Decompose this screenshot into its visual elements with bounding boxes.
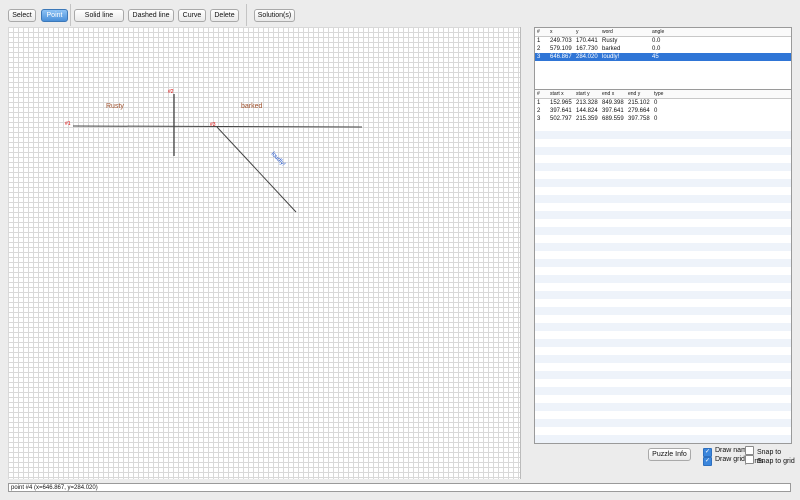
- solid-line-tool-button[interactable]: Solid line: [74, 9, 124, 22]
- cell: 0.0: [652, 46, 661, 52]
- point-tool-button[interactable]: Point: [41, 9, 68, 22]
- cell: barked: [602, 46, 621, 52]
- delete-tool-button[interactable]: Delete: [210, 9, 239, 22]
- col-header-angle[interactable]: angle: [652, 29, 664, 35]
- checkbox-box: [745, 455, 754, 464]
- cell: 215.102: [628, 100, 650, 106]
- point-label-2: #2: [168, 89, 174, 95]
- points-table-header: # x y word angle: [535, 28, 791, 37]
- col-header-word[interactable]: word: [602, 29, 613, 35]
- cell: 3: [537, 54, 541, 60]
- empty-rows: [535, 123, 791, 443]
- word-loudly[interactable]: loudly!: [270, 151, 287, 168]
- solutions-button[interactable]: Solution(s): [254, 9, 295, 22]
- cell: 1: [537, 100, 541, 106]
- status-bar: point #4 (x=646.867, y=284.020): [8, 483, 791, 492]
- lines-table-header: # start x start y end x end y type: [535, 90, 791, 99]
- check-icon: ✓: [703, 457, 712, 466]
- snap-to-grid-checkbox[interactable]: Snap to grid: [745, 455, 795, 466]
- cell: 284.020: [576, 54, 598, 60]
- cell: 0: [654, 100, 658, 106]
- table-row[interactable]: 2 579.109 167.730 barked 0.0: [535, 45, 791, 53]
- puzzle-info-button[interactable]: Puzzle Info: [648, 448, 691, 461]
- word-barked[interactable]: barked: [241, 103, 263, 110]
- toolbar-separator: [70, 4, 71, 26]
- col-header-start-x[interactable]: start x: [550, 91, 564, 97]
- curve-tool-button[interactable]: Curve: [178, 9, 206, 22]
- col-header-start-y[interactable]: start y: [576, 91, 590, 97]
- cell: 2: [537, 108, 541, 114]
- cell: 152.965: [550, 100, 572, 106]
- col-header-number[interactable]: #: [537, 29, 540, 35]
- toolbar-separator: [246, 4, 247, 26]
- cell: 502.797: [550, 116, 572, 122]
- select-tool-button[interactable]: Select: [8, 9, 36, 22]
- col-header-type[interactable]: type: [654, 91, 663, 97]
- col-header-end-x[interactable]: end x: [602, 91, 614, 97]
- canvas-drawing-layer: Rusty barked loudly! #1 #2 #3: [65, 89, 363, 213]
- snap-to-grid-label: Snap to grid: [757, 458, 795, 465]
- cell: 167.730: [576, 46, 598, 52]
- cell: 215.359: [576, 116, 598, 122]
- word-rusty[interactable]: Rusty: [106, 103, 124, 110]
- draw-grid-label: Draw grid: [715, 456, 745, 463]
- solid-line-3[interactable]: [216, 126, 297, 213]
- cell: 3: [537, 116, 541, 122]
- cell: 646.867: [550, 54, 572, 60]
- table-row-selected[interactable]: 3 646.867 284.020 loudly! 45: [535, 53, 791, 61]
- col-header-x[interactable]: x: [550, 29, 553, 35]
- cell: 45: [652, 54, 659, 60]
- cell: 170.441: [576, 38, 598, 44]
- table-row[interactable]: 1 249.703 170.441 Rusty 0.0: [535, 37, 791, 45]
- cell: 397.758: [628, 116, 650, 122]
- cell: 849.398: [602, 100, 624, 106]
- cell: 1: [537, 38, 541, 44]
- table-row[interactable]: 1 152.965 213.328 849.398 215.102 0: [535, 99, 791, 107]
- col-header-end-y[interactable]: end y: [628, 91, 640, 97]
- cell: 0.0: [652, 38, 661, 44]
- lines-table[interactable]: # start x start y end x end y type 1 152…: [534, 89, 792, 444]
- cell: 397.641: [602, 108, 624, 114]
- col-header-y[interactable]: y: [576, 29, 579, 35]
- cell: 2: [537, 46, 541, 52]
- cell: 0: [654, 108, 658, 114]
- cell: 213.328: [576, 100, 598, 106]
- checkbox-box: [745, 446, 754, 455]
- point-label-3: #3: [210, 122, 216, 128]
- dashed-line-tool-button[interactable]: Dashed line: [128, 9, 174, 22]
- col-header-number[interactable]: #: [537, 91, 540, 97]
- cell: 279.664: [628, 108, 650, 114]
- cell: 0: [654, 116, 658, 122]
- cell: 144.824: [576, 108, 598, 114]
- table-row[interactable]: 2 397.641 144.824 397.641 279.664 0: [535, 107, 791, 115]
- draw-grid-checkbox[interactable]: ✓ Draw grid: [703, 455, 745, 466]
- cell: 249.703: [550, 38, 572, 44]
- cell: 579.109: [550, 46, 572, 52]
- points-table[interactable]: # x y word angle 1 249.703 170.441 Rusty…: [534, 27, 792, 92]
- drawing-canvas[interactable]: Rusty barked loudly! #1 #2 #3: [8, 27, 521, 479]
- cell: loudly!: [602, 54, 620, 60]
- cell: 397.641: [550, 108, 572, 114]
- point-label-1: #1: [65, 121, 71, 127]
- table-row[interactable]: 3 502.797 215.359 689.559 397.758 0: [535, 115, 791, 123]
- cell: 689.559: [602, 116, 624, 122]
- cell: Rusty: [602, 38, 618, 44]
